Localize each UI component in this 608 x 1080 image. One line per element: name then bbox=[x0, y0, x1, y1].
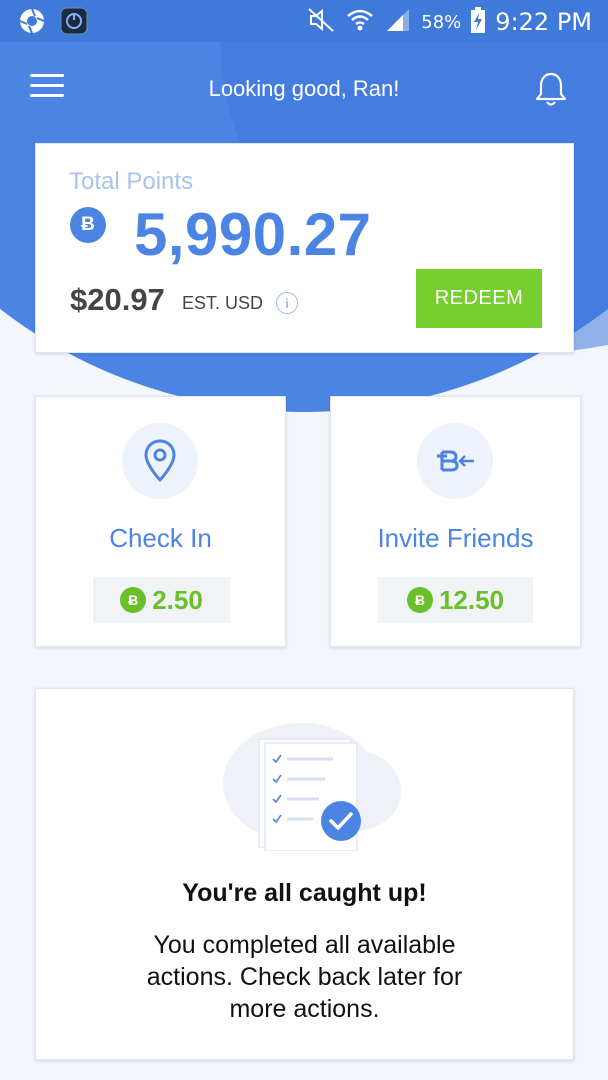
clock: 9:22 PM bbox=[495, 8, 592, 36]
reward-coin-icon: Ƀ bbox=[120, 587, 147, 613]
battery-charging-icon bbox=[471, 7, 486, 37]
battery-percent: 58% bbox=[421, 11, 462, 33]
info-icon[interactable]: i bbox=[276, 292, 298, 314]
status-bar: 58% 9:22 PM bbox=[0, 0, 608, 42]
caught-up-title: You're all caught up! bbox=[182, 879, 427, 907]
invite-friends-reward-value: 12.50 bbox=[438, 584, 505, 615]
camera-shutter-icon bbox=[18, 7, 46, 35]
points-coin-icon: Ƀ bbox=[70, 207, 106, 243]
redeem-button[interactable]: REDEEM bbox=[416, 269, 542, 328]
invite-friends-reward: Ƀ 12.50 bbox=[378, 577, 533, 623]
signal-icon bbox=[385, 7, 411, 37]
checklist-illustration bbox=[221, 721, 401, 852]
check-in-title: Check In bbox=[109, 523, 212, 553]
check-in-reward: Ƀ 2.50 bbox=[93, 577, 230, 623]
caught-up-card: You're all caught up! You completed all … bbox=[35, 688, 574, 1060]
location-pin-icon bbox=[122, 423, 198, 499]
bell-icon[interactable] bbox=[532, 70, 570, 108]
check-in-reward-value: 2.50 bbox=[152, 584, 203, 615]
total-points-value: 5,990.27 bbox=[134, 201, 372, 268]
reward-coin-icon: Ƀ bbox=[406, 587, 433, 613]
usd-label: EST. USD bbox=[182, 293, 264, 313]
total-points-card: Total Points Ƀ 5,990.27 $20.97 EST. USD … bbox=[35, 143, 574, 353]
invite-friends-title: Invite Friends bbox=[377, 523, 534, 553]
greeting-title: Looking good, Ran! bbox=[208, 76, 400, 101]
app-icon bbox=[60, 7, 88, 35]
check-in-card[interactable]: Check In Ƀ 2.50 bbox=[35, 396, 286, 647]
mute-icon bbox=[307, 7, 335, 37]
total-points-label: Total Points bbox=[69, 168, 194, 195]
usd-value: $20.97 bbox=[70, 282, 165, 317]
caught-up-message: You completed all available actions. Che… bbox=[146, 931, 463, 1023]
wifi-icon bbox=[345, 6, 375, 38]
invite-coin-icon bbox=[417, 423, 493, 499]
invite-friends-card[interactable]: Invite Friends Ƀ 12.50 bbox=[330, 396, 581, 647]
